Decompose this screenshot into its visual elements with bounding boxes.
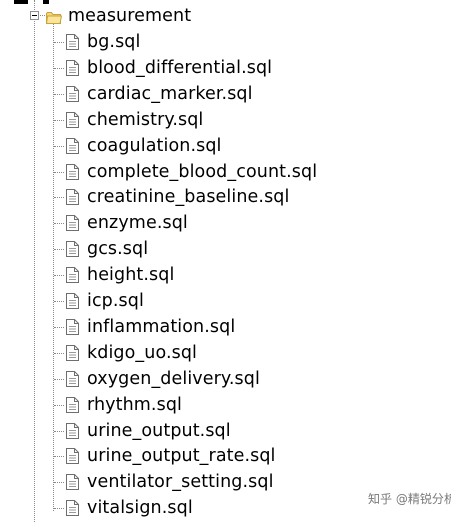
- tree-guide-connector: [54, 249, 64, 250]
- list-item[interactable]: height.sql: [66, 262, 366, 288]
- file-label: kdigo_uo.sql: [87, 343, 198, 363]
- file-label: blood_differential.sql: [87, 58, 273, 78]
- sql-file-icon: [66, 319, 79, 335]
- tree-guide-connector: [54, 223, 64, 224]
- tree-guide-connector: [54, 456, 64, 457]
- tree-guide-connector: [54, 172, 64, 173]
- sql-file-icon: [66, 60, 79, 76]
- file-label: creatinine_baseline.sql: [87, 187, 290, 207]
- tree-guide-connector: [54, 379, 64, 380]
- sql-file-icon: [66, 423, 79, 439]
- tree-guide-connector: [54, 275, 64, 276]
- sql-file-icon: [66, 293, 79, 309]
- file-label: ventilator_setting.sql: [87, 472, 274, 492]
- list-item[interactable]: oxygen_delivery.sql: [66, 366, 366, 392]
- tree-guide-connector: [54, 42, 64, 43]
- sql-file-icon: [66, 112, 79, 128]
- file-label: bg.sql: [87, 32, 141, 52]
- file-label: chemistry.sql: [87, 110, 204, 130]
- tree-guide-connector: [54, 353, 64, 354]
- sql-file-icon: [66, 448, 79, 464]
- file-label: gcs.sql: [87, 239, 149, 259]
- file-label: vitalsign.sql: [87, 498, 193, 518]
- list-item[interactable]: blood_differential.sql: [66, 55, 366, 81]
- list-item[interactable]: rhythm.sql: [66, 392, 366, 418]
- tree-guide-connector: [54, 482, 64, 483]
- file-label: urine_output.sql: [87, 421, 231, 441]
- list-item[interactable]: cardiac_marker.sql: [66, 81, 366, 107]
- cropped-row-fragment: [14, 0, 28, 4]
- file-label: enzyme.sql: [87, 213, 188, 233]
- list-item[interactable]: urine_output_rate.sql: [66, 443, 366, 469]
- list-item[interactable]: bg.sql: [66, 29, 366, 55]
- tree-guide-connector: [54, 508, 64, 509]
- file-label: oxygen_delivery.sql: [87, 369, 260, 389]
- list-item[interactable]: icp.sql: [66, 288, 366, 314]
- file-label: inflammation.sql: [87, 317, 236, 337]
- file-tree: measurement bg.sql blood_differential.sql…: [0, 0, 451, 522]
- file-label: complete_blood_count.sql: [87, 162, 318, 182]
- sql-file-icon: [66, 138, 79, 154]
- tree-guide-connector: [40, 15, 45, 16]
- sql-file-icon: [66, 474, 79, 490]
- sql-file-icon: [66, 189, 79, 205]
- list-item[interactable]: creatinine_baseline.sql: [66, 184, 366, 210]
- file-label: cardiac_marker.sql: [87, 84, 253, 104]
- tree-guide-connector: [54, 405, 64, 406]
- folder-label[interactable]: measurement: [68, 5, 191, 27]
- collapse-toggle[interactable]: [30, 11, 39, 20]
- tree-guide-connector: [54, 431, 64, 432]
- tree-guide-line-inner: [53, 24, 54, 511]
- list-item[interactable]: vitalsign.sql: [66, 495, 366, 521]
- sql-file-icon: [66, 371, 79, 387]
- list-item[interactable]: complete_blood_count.sql: [66, 159, 366, 185]
- sql-file-icon: [66, 215, 79, 231]
- watermark: 知乎 @精锐分析: [368, 492, 451, 506]
- tree-guide-connector: [54, 68, 64, 69]
- sql-file-icon: [66, 267, 79, 283]
- list-item[interactable]: gcs.sql: [66, 236, 366, 262]
- sql-file-icon: [66, 86, 79, 102]
- list-item[interactable]: enzyme.sql: [66, 210, 366, 236]
- tree-guide-connector: [54, 301, 64, 302]
- tree-guide-connector: [54, 197, 64, 198]
- sql-file-icon: [66, 241, 79, 257]
- tree-guide-line-outer: [34, 0, 35, 522]
- file-label: height.sql: [87, 265, 175, 285]
- sql-file-icon: [66, 34, 79, 50]
- list-item[interactable]: ventilator_setting.sql: [66, 469, 366, 495]
- list-item[interactable]: chemistry.sql: [66, 107, 366, 133]
- tree-guide-connector: [54, 120, 64, 121]
- sql-file-icon: [66, 164, 79, 180]
- folder-open-icon: [45, 9, 63, 24]
- sql-file-icon: [66, 345, 79, 361]
- tree-guide-connector: [54, 327, 64, 328]
- sql-file-icon: [66, 500, 79, 516]
- list-item[interactable]: coagulation.sql: [66, 133, 366, 159]
- tree-guide-connector: [54, 146, 64, 147]
- sql-file-icon: [66, 397, 79, 413]
- file-label: coagulation.sql: [87, 136, 222, 156]
- file-label: urine_output_rate.sql: [87, 446, 276, 466]
- list-item[interactable]: kdigo_uo.sql: [66, 340, 366, 366]
- file-label: icp.sql: [87, 291, 144, 311]
- file-label: rhythm.sql: [87, 395, 182, 415]
- list-item[interactable]: urine_output.sql: [66, 418, 366, 444]
- cropped-row-fragment: [43, 0, 49, 4]
- tree-guide-connector: [54, 94, 64, 95]
- list-item[interactable]: inflammation.sql: [66, 314, 366, 340]
